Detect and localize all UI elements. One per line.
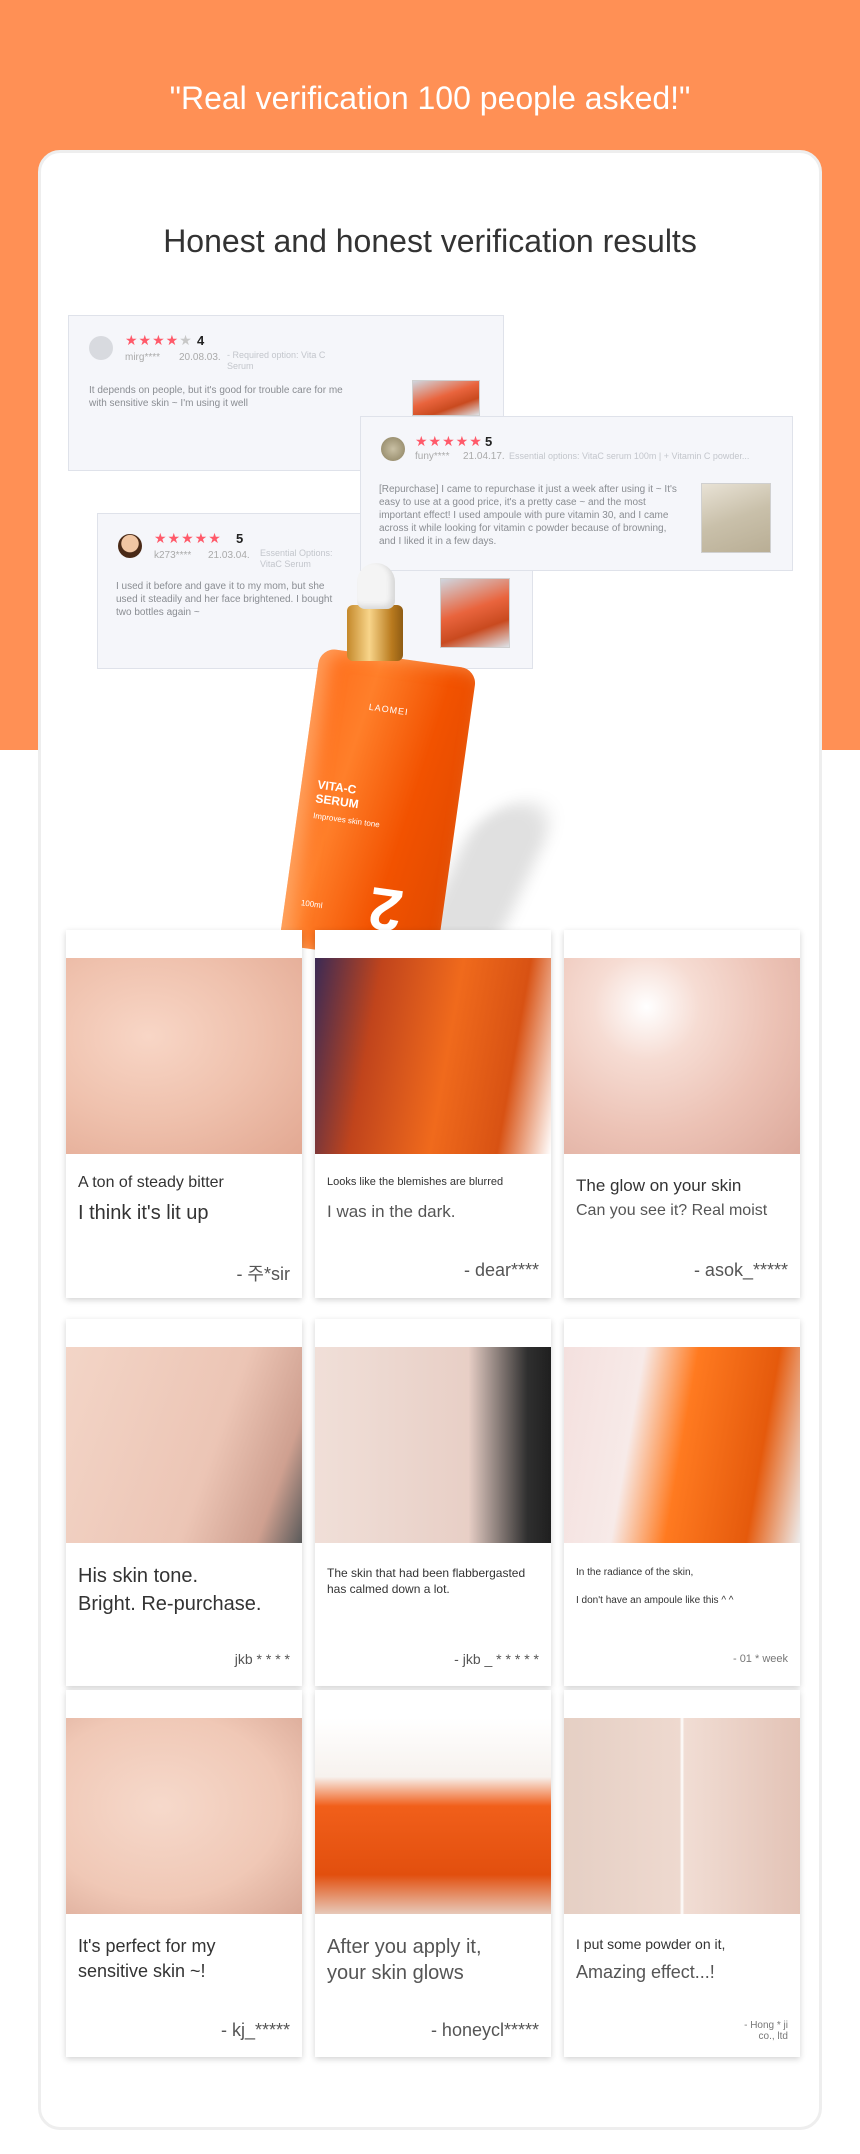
- review-date: 20.08.03.: [179, 352, 221, 363]
- star-rating: ★★★★★: [415, 433, 483, 449]
- review-text: It depends on people, but it's good for …: [89, 385, 343, 409]
- skin-photo: [66, 1347, 302, 1543]
- testimonial-line2: Bright. Re-purchase.: [78, 1593, 262, 1615]
- bottle-brand: LAOMEI: [368, 701, 410, 718]
- testimonial-tile-8: After you apply it, your skin glows - ho…: [315, 1690, 551, 2057]
- testimonial-line1: The skin that had been flabbergasted has…: [327, 1566, 526, 1596]
- testimonial-line2: your skin glows: [327, 1962, 464, 1984]
- testimonial-author: - honeycl*****: [430, 2020, 539, 2040]
- testimonial-author: - kj_*****: [220, 2020, 290, 2040]
- testimonial-tile-7: It's perfect for my sensitive skin ~! - …: [66, 1690, 302, 2057]
- bottle-tagline: Improves skin tone: [312, 811, 381, 830]
- review-user: k273****: [154, 550, 192, 561]
- testimonial-line2: sensitive skin ~!: [78, 1961, 206, 1981]
- user-avatar: [118, 534, 142, 558]
- star-rating: ★★★★★: [154, 530, 222, 546]
- skin-photo: [66, 1718, 302, 1914]
- testimonial-line1: In the radiance of the skin,: [576, 1567, 694, 1578]
- testimonial-line1: His skin tone.: [78, 1565, 199, 1587]
- testimonial-line1: I put some powder on it,: [576, 1936, 726, 1952]
- rating-value: 5: [485, 434, 493, 449]
- testimonial-line2: I was in the dark.: [327, 1202, 456, 1221]
- testimonial-tile-1: A ton of steady bitter I think it's lit …: [66, 930, 302, 1298]
- rating-value: 4: [197, 333, 205, 348]
- review-date: 21.03.04.: [208, 550, 250, 561]
- product-photo: [564, 1347, 800, 1543]
- skin-photo: [315, 1347, 551, 1543]
- user-avatar: [89, 336, 113, 360]
- testimonial-author: - jkb _ * * * * *: [454, 1651, 539, 1667]
- review-text: I used it before and gave it to my mom, …: [116, 581, 333, 618]
- testimonial-line1: The glow on your skin: [576, 1176, 742, 1195]
- testimonial-author: jkb * * * *: [234, 1651, 290, 1667]
- testimonial-line1: Looks like the blemishes are blurred: [327, 1176, 504, 1188]
- card-title: Honest and honest verification results: [163, 223, 697, 259]
- testimonial-line2: Amazing effect...!: [576, 1962, 715, 1982]
- testimonial-author: - 주*sir: [236, 1264, 290, 1284]
- testimonial-tile-2: Looks like the blemishes are blurred I w…: [315, 930, 551, 1298]
- before-after-photo: [564, 1718, 800, 1914]
- testimonial-line2: I think it's lit up: [78, 1202, 209, 1224]
- product-photo: [315, 958, 551, 1154]
- review-text: [Repurchase] I came to repurchase it jus…: [379, 484, 677, 547]
- testimonial-line2: Can you see it? Real moist: [576, 1202, 768, 1219]
- star-rating: ★★★★★: [125, 332, 193, 348]
- verification-card: Honest and honest verification results ★…: [38, 150, 822, 2130]
- testimonial-tile-4: His skin tone. Bright. Re-purchase. jkb …: [66, 1319, 302, 1686]
- bottle-cap: [347, 605, 403, 661]
- testimonial-tile-6: In the radiance of the skin, I don't hav…: [564, 1319, 800, 1686]
- testimonial-line1: After you apply it,: [327, 1936, 482, 1958]
- review-photo: [701, 483, 771, 553]
- user-avatar: [381, 437, 405, 461]
- skin-photo: [564, 958, 800, 1154]
- testimonial-line2: I don't have an ampoule like this ^ ^: [576, 1595, 734, 1606]
- banner-headline: "Real verification 100 people asked!": [169, 80, 691, 116]
- review-option: - Required option: Vita C Serum: [227, 350, 326, 371]
- testimonial-line1: A ton of steady bitter: [78, 1174, 224, 1191]
- testimonial-tile-5: The skin that had been flabbergasted has…: [315, 1319, 551, 1686]
- product-photo: [315, 1718, 551, 1914]
- testimonial-author: - asok_*****: [693, 1260, 788, 1280]
- review-date: 21.04.17.: [463, 451, 505, 462]
- skin-photo: [66, 958, 302, 1154]
- review-card-2: ★★★★★ 5 funy**** 21.04.17. Essential opt…: [360, 416, 793, 571]
- testimonial-tile-9: I put some powder on it, Amazing effect.…: [564, 1690, 800, 2057]
- review-user: funy****: [415, 451, 450, 462]
- testimonial-tile-3: The glow on your skin Can you see it? Re…: [564, 930, 800, 1298]
- review-option: Essential options: VitaC serum 100m | + …: [509, 451, 750, 461]
- testimonial-author: - dear****: [463, 1260, 539, 1280]
- review-photo: [412, 380, 480, 416]
- bottle-volume: 100ml: [300, 898, 324, 911]
- dropper-bulb: [357, 563, 395, 609]
- rating-value: 5: [236, 531, 244, 546]
- testimonial-author: - Hong * ji co., ltd: [744, 2020, 788, 2042]
- testimonial-author: - 01 * week: [732, 1653, 788, 1665]
- review-user: mirg****: [125, 352, 161, 363]
- testimonial-line1: It's perfect for my: [78, 1936, 216, 1956]
